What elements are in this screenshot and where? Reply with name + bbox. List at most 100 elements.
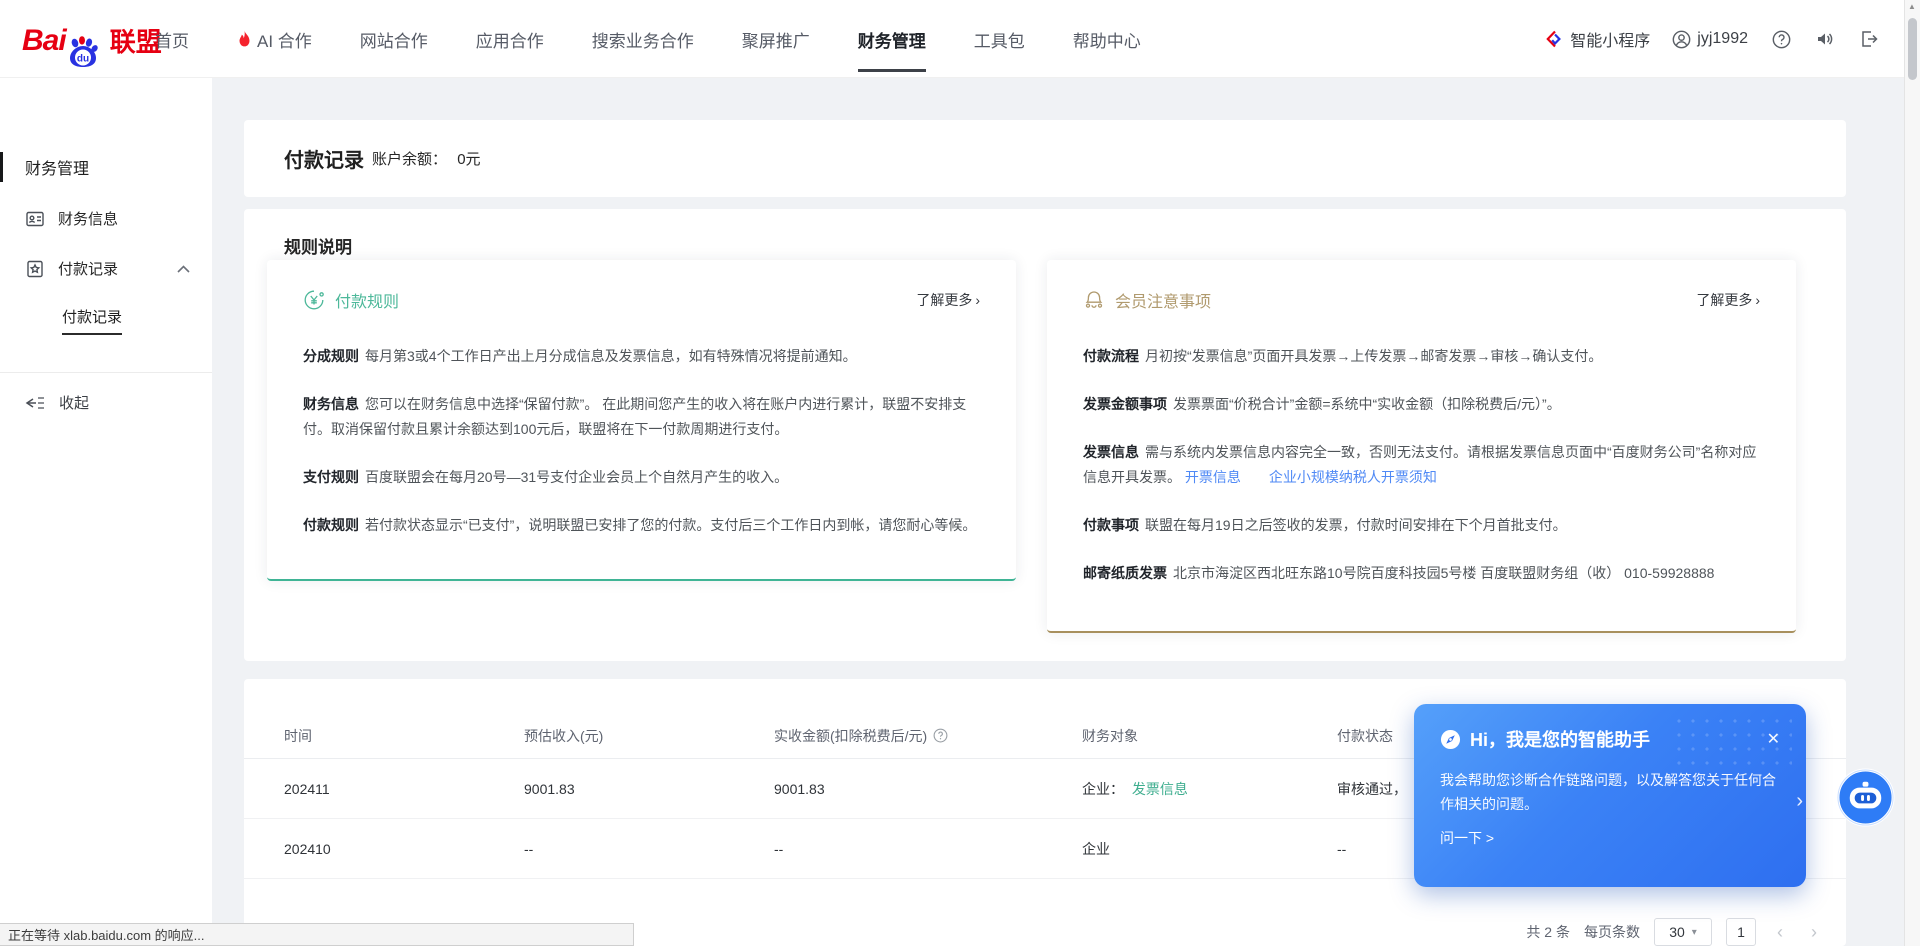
logout-icon[interactable] xyxy=(1858,28,1880,50)
nav-item-home[interactable]: 首页 xyxy=(155,0,189,78)
scrollbar-thumb[interactable] xyxy=(1908,18,1917,80)
nav-item-screen-promo[interactable]: 聚屏推广 xyxy=(742,0,810,78)
cell-time: 202411 xyxy=(284,781,524,797)
scrollbar[interactable]: ▲ xyxy=(1904,0,1920,946)
nav-item-website[interactable]: 网站合作 xyxy=(360,0,428,78)
nav-item-app[interactable]: 应用合作 xyxy=(476,0,544,78)
chevron-right-icon: › xyxy=(1755,292,1760,308)
col-header-time: 时间 xyxy=(284,726,524,746)
coin-yuan-icon xyxy=(303,289,325,311)
rule-item: 付款流程月初按“发票信息”页面开具发票→上传发票→邮寄发票→审核→确认支付。 xyxy=(1083,344,1760,369)
miniprogram-entry[interactable]: 智能小程序 xyxy=(1546,27,1650,51)
rule-item: 分成规则每月第3或4个工作日产出上月分成信息及发票信息，如有特殊情况将提前通知。 xyxy=(303,344,980,369)
sidebar-item-label: 付款记录 xyxy=(58,258,118,279)
sidebar-item-label: 财务信息 xyxy=(58,208,118,229)
sidebar-item-payment-records[interactable]: 付款记录 xyxy=(25,258,190,279)
small-taxpayer-notice-link[interactable]: 企业小规模纳税人开票须知 xyxy=(1269,469,1437,485)
per-page-label: 每页条数 xyxy=(1584,922,1640,942)
ask-button[interactable]: 问一下 > xyxy=(1440,828,1780,848)
col-header-actual: 实收金额(扣除税费后/元) xyxy=(774,726,927,746)
cell-estimated: -- xyxy=(524,841,774,857)
prev-page-icon[interactable]: ‹ xyxy=(1770,922,1790,943)
sidebar-subitem-payment-records[interactable]: 付款记录 xyxy=(62,306,122,335)
miniprogram-diamond-icon xyxy=(1546,30,1564,48)
invoice-info-cell-link[interactable]: 发票信息 xyxy=(1132,781,1188,797)
sidebar-collapse-button[interactable]: 收起 xyxy=(25,392,89,413)
account-balance: 账户余额： 0元 xyxy=(372,148,481,169)
help-icon[interactable] xyxy=(1770,28,1792,50)
question-circle-icon[interactable] xyxy=(933,728,948,743)
total-count: 共 2 条 xyxy=(1526,922,1570,942)
cell-actual: -- xyxy=(774,841,1082,857)
baidu-paw-icon: du xyxy=(66,35,100,69)
nav-menu: 首页 AI 合作 网站合作 应用合作 搜索业务合作 聚屏推广 财务管理 工具包 … xyxy=(155,0,1141,78)
rules-section-title: 规则说明 xyxy=(284,233,352,258)
user-account[interactable]: jyj1992 xyxy=(1672,30,1748,49)
sound-icon[interactable] xyxy=(1814,28,1836,50)
svg-text:du: du xyxy=(77,54,89,65)
cell-target: 企业： xyxy=(1082,781,1124,797)
scroll-up-icon[interactable]: ▲ xyxy=(1908,2,1916,11)
nav-right-group: 智能小程序 jyj1992 xyxy=(1546,0,1880,78)
learn-more-link[interactable]: 了解更多› xyxy=(916,290,980,310)
member-notes-card: 会员注意事项 了解更多› 付款流程月初按“发票信息”页面开具发票→上传发票→邮寄… xyxy=(1047,260,1796,633)
page-number-button[interactable]: 1 xyxy=(1726,918,1756,946)
nav-item-search-business[interactable]: 搜索业务合作 xyxy=(592,0,694,78)
rule-item: 邮寄纸质发票北京市海淀区西北旺东路10号院百度科技园5号楼 百度联盟财务组（收）… xyxy=(1083,561,1760,586)
status-text: 正在等待 xlab.baidu.com 的响应... xyxy=(8,925,205,944)
logo-text-bai: Bai xyxy=(22,24,66,58)
learn-more-link[interactable]: 了解更多› xyxy=(1696,290,1760,310)
flame-icon xyxy=(237,30,252,48)
sidebar: 财务管理 财务信息 付款记录 付款记录 收起 xyxy=(0,78,212,946)
id-card-icon xyxy=(25,209,45,229)
rule-item: 付款规则若付款状态显示“已支付”，说明联盟已安排了您的付款。支付后三个工作日内到… xyxy=(303,513,980,538)
close-icon[interactable]: ✕ xyxy=(1767,729,1780,749)
collapse-icon xyxy=(25,395,45,411)
balance-value: 0元 xyxy=(457,151,480,168)
browser-status-bar: 正在等待 xlab.baidu.com 的响应... xyxy=(0,923,634,946)
baidu-union-logo[interactable]: Bai du 联盟 xyxy=(22,22,162,59)
expand-right-icon[interactable]: › xyxy=(1796,790,1803,813)
sidebar-item-finance-info[interactable]: 财务信息 xyxy=(25,208,190,229)
balance-label: 账户余额： xyxy=(372,151,447,168)
top-navbar: Bai du 联盟 首页 AI 合作 网站合作 应用合作 搜索业务合作 聚屏推广 xyxy=(0,0,1920,78)
cell-target: 企业 xyxy=(1082,839,1337,859)
page-title: 付款记录 xyxy=(284,144,364,173)
cell-actual: 9001.83 xyxy=(774,781,1082,797)
rule-item: 付款事项联盟在每月19日之后签收的发票，付款时间安排在下个月首批支付。 xyxy=(1083,513,1760,538)
invoice-info-link[interactable]: 开票信息 xyxy=(1185,469,1241,485)
cell-time: 202410 xyxy=(284,841,524,857)
nav-item-toolkit[interactable]: 工具包 xyxy=(974,0,1025,78)
rule-item: 发票金额事项发票票面“价税合计”金额=系统中“实收金额（扣除税费后/元）”。 xyxy=(1083,392,1760,417)
nav-item-help[interactable]: 帮助中心 xyxy=(1073,0,1141,78)
chevron-right-icon: › xyxy=(975,292,980,308)
chevron-up-icon[interactable] xyxy=(177,265,190,273)
bell-icon xyxy=(1083,289,1105,311)
sidebar-section-finance[interactable]: 财务管理 xyxy=(25,155,89,179)
compass-icon xyxy=(1440,729,1461,750)
assistant-title: Hi，我是您的智能助手 xyxy=(1470,726,1650,752)
logo-text-union: 联盟 xyxy=(110,22,162,59)
user-icon xyxy=(1672,30,1691,49)
page-header-panel: 付款记录 账户余额： 0元 xyxy=(244,120,1846,197)
assistant-popup: Hi，我是您的智能助手 ✕ 我会帮助您诊断合作链路问题，以及解答您关于任何合作相… xyxy=(1414,704,1806,887)
assistant-robot-button[interactable] xyxy=(1836,768,1895,827)
cell-estimated: 9001.83 xyxy=(524,781,774,797)
assistant-message: 我会帮助您诊断合作链路问题，以及解答您关于任何合作相关的问题。 xyxy=(1440,768,1780,816)
card-title: 会员注意事项 xyxy=(1115,288,1211,312)
nav-item-ai[interactable]: AI 合作 xyxy=(237,0,312,78)
col-header-estimated: 预估收入(元) xyxy=(524,726,774,746)
chevron-down-icon: ▾ xyxy=(1692,927,1697,938)
sidebar-divider xyxy=(0,372,212,373)
badge-star-icon xyxy=(25,259,45,279)
sidebar-active-section-marker xyxy=(0,152,3,182)
card-title: 付款规则 xyxy=(335,288,399,312)
nav-item-finance[interactable]: 财务管理 xyxy=(858,0,926,78)
col-header-target: 财务对象 xyxy=(1082,726,1337,746)
pagination: 共 2 条 每页条数 30 ▾ 1 ‹ › xyxy=(1526,918,1824,946)
rule-item: 发票信息需与系统内发票信息内容完全一致，否则无法支付。请根据发票信息页面中“百度… xyxy=(1083,440,1760,490)
per-page-select[interactable]: 30 ▾ xyxy=(1654,918,1712,946)
next-page-icon[interactable]: › xyxy=(1804,922,1824,943)
rule-item: 财务信息您可以在财务信息中选择“保留付款”。 在此期间您产生的收入将在账户内进行… xyxy=(303,392,980,442)
rule-item: 支付规则百度联盟会在每月20号—31号支付企业会员上个自然月产生的收入。 xyxy=(303,465,980,490)
